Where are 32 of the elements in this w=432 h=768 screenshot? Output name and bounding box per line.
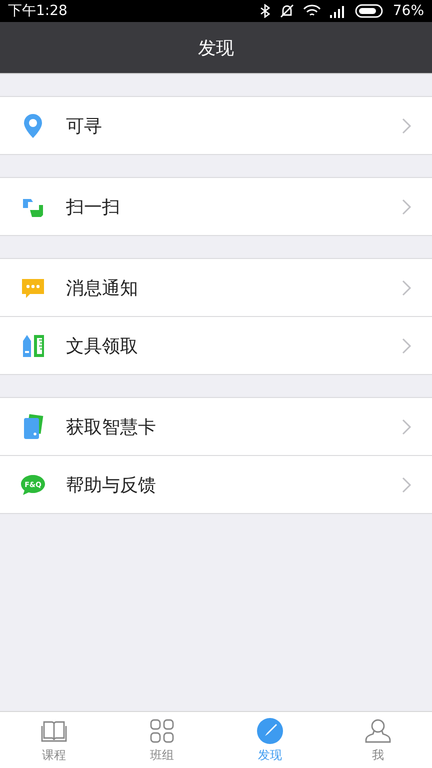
pencil-ruler-icon bbox=[20, 332, 46, 358]
chevron-icon bbox=[402, 198, 412, 214]
menu-label: 消息通知 bbox=[66, 276, 139, 300]
menu-row[interactable]: 文具领取 bbox=[0, 316, 432, 374]
chevron-icon bbox=[402, 280, 412, 296]
grid-icon bbox=[148, 716, 176, 744]
menu-label: 获取智慧卡 bbox=[66, 416, 157, 438]
nav-tab[interactable]: 我 bbox=[324, 712, 432, 768]
compass-icon bbox=[256, 716, 284, 744]
nav-tab[interactable]: 课程 bbox=[0, 712, 108, 768]
status-time: 下午1:28 bbox=[8, 2, 68, 20]
bluetooth-icon bbox=[258, 4, 271, 18]
menu-label: 扫一扫 bbox=[66, 196, 121, 218]
chevron-icon bbox=[402, 118, 412, 134]
page-title: 发现 bbox=[198, 36, 234, 60]
battery-percent: 76% bbox=[392, 3, 424, 19]
signal-icon bbox=[328, 4, 347, 18]
nav-tab[interactable]: 班组 bbox=[108, 712, 216, 768]
menu-label: 文具领取 bbox=[66, 334, 139, 358]
chevron-icon bbox=[402, 418, 412, 434]
battery-icon bbox=[354, 4, 385, 18]
menu-row[interactable]: 获取智慧卡 bbox=[0, 398, 432, 455]
chevron-icon bbox=[402, 338, 412, 354]
person-icon bbox=[364, 716, 392, 744]
wifi-icon bbox=[302, 4, 321, 18]
menu-row[interactable]: 可寻 bbox=[0, 97, 432, 154]
menu-label: 帮助与反馈 bbox=[66, 474, 157, 496]
muted-bell-icon bbox=[278, 4, 295, 18]
chevron-icon bbox=[402, 476, 412, 492]
menu-row[interactable]: 消息通知 bbox=[0, 259, 432, 316]
menu-row[interactable]: 扫一扫 bbox=[0, 178, 432, 235]
menu-label: 可寻 bbox=[66, 114, 103, 138]
